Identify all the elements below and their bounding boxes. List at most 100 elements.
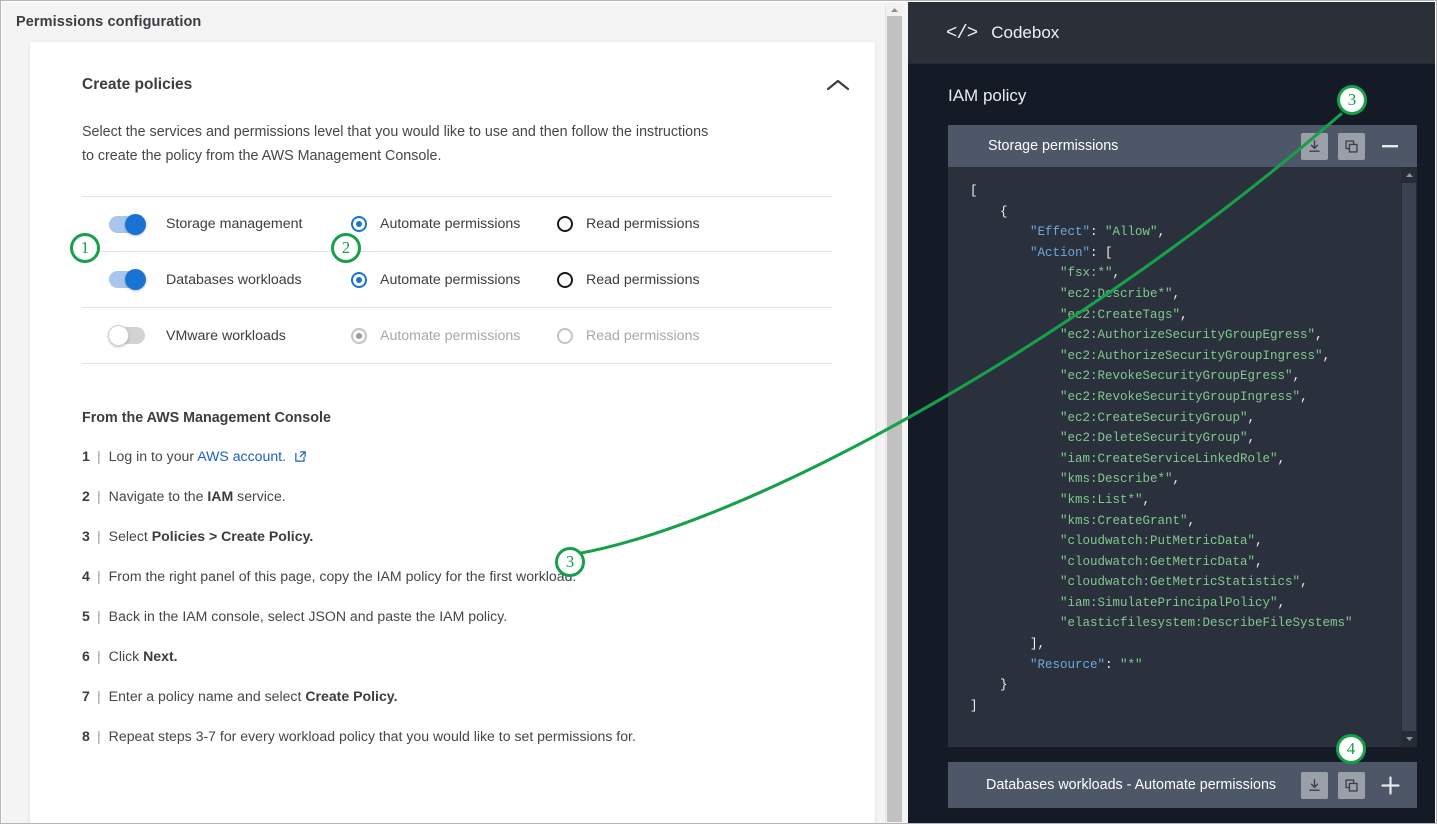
radio-button[interactable]	[557, 216, 573, 232]
code-line: [	[970, 184, 978, 198]
code-token: "Resource"	[1030, 657, 1106, 672]
radio-button[interactable]	[351, 216, 367, 232]
annotation-marker-3-panel: 3	[1337, 85, 1367, 115]
radio-automate-permissions[interactable]: Automate permissions	[351, 216, 557, 232]
step-number: 8	[82, 728, 90, 744]
toggle-3[interactable]	[108, 325, 145, 346]
copy-icon[interactable]	[1338, 771, 1365, 799]
external-link-icon[interactable]	[294, 450, 307, 463]
step-text-plain: Enter a policy name and select	[108, 688, 306, 704]
step-text-plain: Click	[108, 648, 144, 664]
step-separator: |	[97, 488, 101, 504]
radio-automate-permissions[interactable]: Automate permissions	[351, 271, 557, 288]
plus-icon[interactable]	[1375, 772, 1405, 799]
step-text-emphasis: Create Policy.	[305, 688, 398, 704]
radio-label: Read permissions	[586, 271, 700, 288]
radio-label: Read permissions	[586, 327, 700, 344]
permission-row-label: VMware workloads	[166, 327, 286, 344]
code-token: ,	[1247, 410, 1256, 425]
codebox-header: </> Codebox	[908, 2, 1435, 64]
scroll-up-icon[interactable]	[886, 5, 903, 15]
codebox-title: Codebox	[991, 22, 1060, 42]
code-token: ,	[1172, 472, 1181, 487]
step-text-plain: Repeat steps 3-7 for every workload poli…	[108, 728, 636, 744]
code-line: "ec2:CreateSecurityGroup",	[970, 411, 1255, 425]
step-item: 1 | Log in to your AWS account.	[82, 446, 827, 466]
code-token: "cloudwatch:GetMetricData"	[1060, 554, 1256, 569]
code-scrollbar[interactable]	[1401, 167, 1417, 747]
radio-automate-permissions: Automate permissions	[351, 327, 557, 344]
code-scroll-down-icon[interactable]	[1401, 731, 1417, 747]
radio-read-permissions: Read permissions	[557, 327, 700, 344]
code-line: "Effect": "Allow",	[970, 225, 1165, 239]
step-number: 3	[82, 528, 90, 544]
radio-label: Automate permissions	[380, 271, 521, 288]
step-item: 4 | From the right panel of this page, cop…	[82, 566, 827, 586]
code-token: :	[1090, 225, 1106, 240]
code-scrollbar-thumb[interactable]	[1402, 183, 1416, 731]
minus-icon[interactable]	[1375, 133, 1405, 160]
step-separator: |	[97, 688, 101, 704]
step-text-plain: Select	[108, 528, 152, 544]
page-title: Permissions configuration	[16, 14, 202, 30]
step-item: 5 | Back in the IAM console, select JSON a…	[82, 606, 827, 626]
code-token: "kms:CreateGrant"	[1060, 513, 1188, 528]
step-text: Click Next.	[109, 646, 178, 666]
code-line: "fsx:*",	[970, 266, 1120, 280]
step-text-emphasis: IAM	[207, 488, 234, 504]
code-token: ,	[1300, 389, 1308, 404]
step-number: 1	[82, 448, 90, 464]
radio-button	[557, 327, 573, 344]
code-token: ,	[1315, 328, 1323, 343]
code-line: "kms:CreateGrant",	[970, 514, 1195, 528]
step-item: 8 | Repeat steps 3-7 for every workload po…	[82, 726, 827, 746]
code-token: "cloudwatch:GetMetricStatistics"	[1060, 575, 1301, 590]
step-number: 7	[82, 688, 90, 704]
step-number: 4	[82, 568, 90, 584]
copy-icon[interactable]	[1338, 132, 1365, 160]
code-line: "ec2:AuthorizeSecurityGroupEgress",	[970, 328, 1323, 342]
left-panel-scrollbar[interactable]	[885, 4, 902, 822]
radio-button[interactable]	[351, 271, 367, 288]
toggle-2[interactable]	[109, 269, 146, 290]
code-token: ,	[1142, 492, 1151, 507]
code-editor[interactable]: [ { "Effect": "Allow", "Action": [ "fsx:…	[948, 167, 1417, 747]
step-text: Navigate to the IAM service.	[109, 486, 286, 506]
download-icon[interactable]	[1301, 132, 1328, 160]
step-item: 6 | Click Next.	[82, 646, 827, 666]
code-scroll-up-icon[interactable]	[1401, 167, 1417, 183]
step-number: 2	[82, 488, 90, 504]
chevron-up-icon[interactable]	[823, 70, 853, 100]
permission-row-label: Storage management	[166, 216, 303, 232]
code-token: "Allow"	[1105, 225, 1158, 240]
code-tag-icon: </>	[946, 21, 978, 44]
aws-account-link[interactable]: AWS account.	[197, 448, 286, 464]
code-line: }	[970, 678, 1008, 692]
step-text: Log in to your AWS account.	[109, 446, 286, 466]
radio-label: Automate permissions	[380, 216, 521, 232]
step-separator: |	[97, 568, 101, 584]
steps-list: 1 | Log in to your AWS account. 2 | Navigate …	[82, 446, 827, 746]
radio-group: Automate permissions Read permissions	[351, 271, 700, 288]
toggle-1[interactable]	[109, 213, 146, 235]
code-line: "cloudwatch:PutMetricData",	[970, 534, 1263, 548]
step-text-plain: From the right panel of this page, copy …	[108, 568, 577, 584]
scrollbar-thumb[interactable]	[887, 16, 902, 822]
radio-group: Automate permissions Read permissions	[351, 327, 700, 344]
radio-read-permissions[interactable]: Read permissions	[557, 216, 700, 232]
code-token: "ec2:AuthorizeSecurityGroupEgress"	[1060, 328, 1316, 343]
permission-row: Databases workloads Automate permissions R…	[82, 252, 832, 308]
code-token: "ec2:DeleteSecurityGroup"	[1060, 431, 1248, 446]
code-token: "Action"	[1030, 245, 1091, 260]
code-token: "kms:List*"	[1060, 492, 1143, 507]
screenshot-root: Permissions configuration Create policie…	[0, 0, 1437, 824]
code-token: "ec2:AuthorizeSecurityGroupIngress"	[1060, 348, 1323, 363]
step-separator: |	[97, 528, 101, 544]
code-token: "ec2:Describe*"	[1060, 286, 1173, 301]
annotation-marker-2: 2	[331, 233, 361, 263]
code-token: ,	[1112, 266, 1121, 281]
radio-read-permissions[interactable]: Read permissions	[557, 271, 700, 288]
radio-button[interactable]	[557, 271, 573, 288]
code-line: "cloudwatch:GetMetricStatistics",	[970, 575, 1308, 589]
download-icon[interactable]	[1301, 771, 1328, 799]
